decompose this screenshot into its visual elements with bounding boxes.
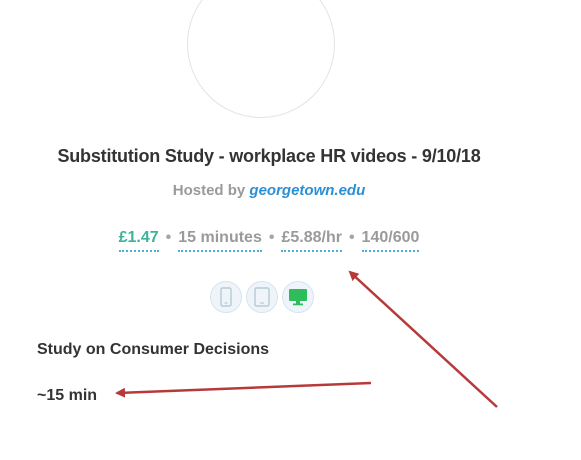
study-stats: £1.47 • 15 minutes • £5.88/hr • 140/600: [0, 229, 538, 252]
device-compatibility: [210, 281, 314, 313]
hosted-by-label: Hosted by: [172, 182, 250, 199]
time-estimate[interactable]: 15 minutes: [178, 229, 262, 252]
places-remaining[interactable]: 140/600: [361, 229, 420, 252]
study-duration: ~15 min: [37, 387, 98, 404]
study-name: Study on Consumer Decisions: [37, 341, 270, 358]
desktop-icon: [289, 289, 307, 306]
device-tablet: [246, 281, 278, 313]
device-phone: [210, 281, 242, 313]
reward-value[interactable]: £1.47: [118, 229, 159, 252]
hosted-by-line: Hosted by georgetown.edu: [0, 182, 538, 199]
separator-dot: •: [268, 229, 275, 246]
annotation-arrow-rate: [348, 270, 498, 408]
separator-dot: •: [348, 229, 355, 246]
device-desktop: [282, 281, 314, 313]
host-link[interactable]: georgetown.edu: [249, 182, 365, 199]
annotation-arrow-duration: [115, 381, 372, 398]
study-title: Substitution Study - workplace HR videos…: [57, 146, 481, 166]
phone-icon: [220, 287, 232, 307]
separator-dot: •: [165, 229, 172, 246]
researcher-avatar: [187, 0, 335, 118]
hourly-rate[interactable]: £5.88/hr: [281, 229, 342, 252]
tablet-icon: [254, 287, 270, 307]
